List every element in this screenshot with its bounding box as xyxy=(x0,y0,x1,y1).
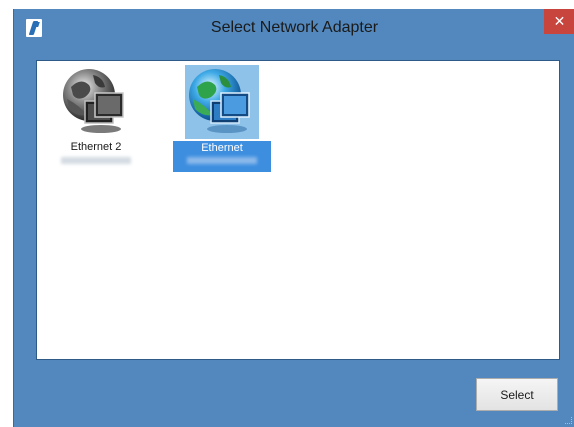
network-globe-icon xyxy=(59,65,133,139)
adapter-item-ethernet[interactable]: Ethernet xyxy=(173,61,271,186)
adapter-item-ethernet-2[interactable]: Ethernet 2 xyxy=(47,61,145,186)
close-button[interactable]: ✕ xyxy=(544,9,574,34)
adapter-label: Ethernet 2 xyxy=(70,141,122,153)
adapter-ip-blurred xyxy=(187,157,257,164)
title-bar[interactable]: Select Network Adapter ✕ xyxy=(14,9,574,50)
network-globe-icon xyxy=(185,65,259,139)
window-title: Select Network Adapter xyxy=(210,19,379,36)
resize-grip[interactable] xyxy=(565,417,572,424)
select-network-adapter-dialog: Select Network Adapter ✕ Ethernet 2 Ethe… xyxy=(13,9,574,427)
select-button[interactable]: Select xyxy=(476,378,558,411)
adapter-ip-blurred xyxy=(61,157,131,164)
adapter-list: Ethernet 2 Ethernet xyxy=(36,60,560,360)
